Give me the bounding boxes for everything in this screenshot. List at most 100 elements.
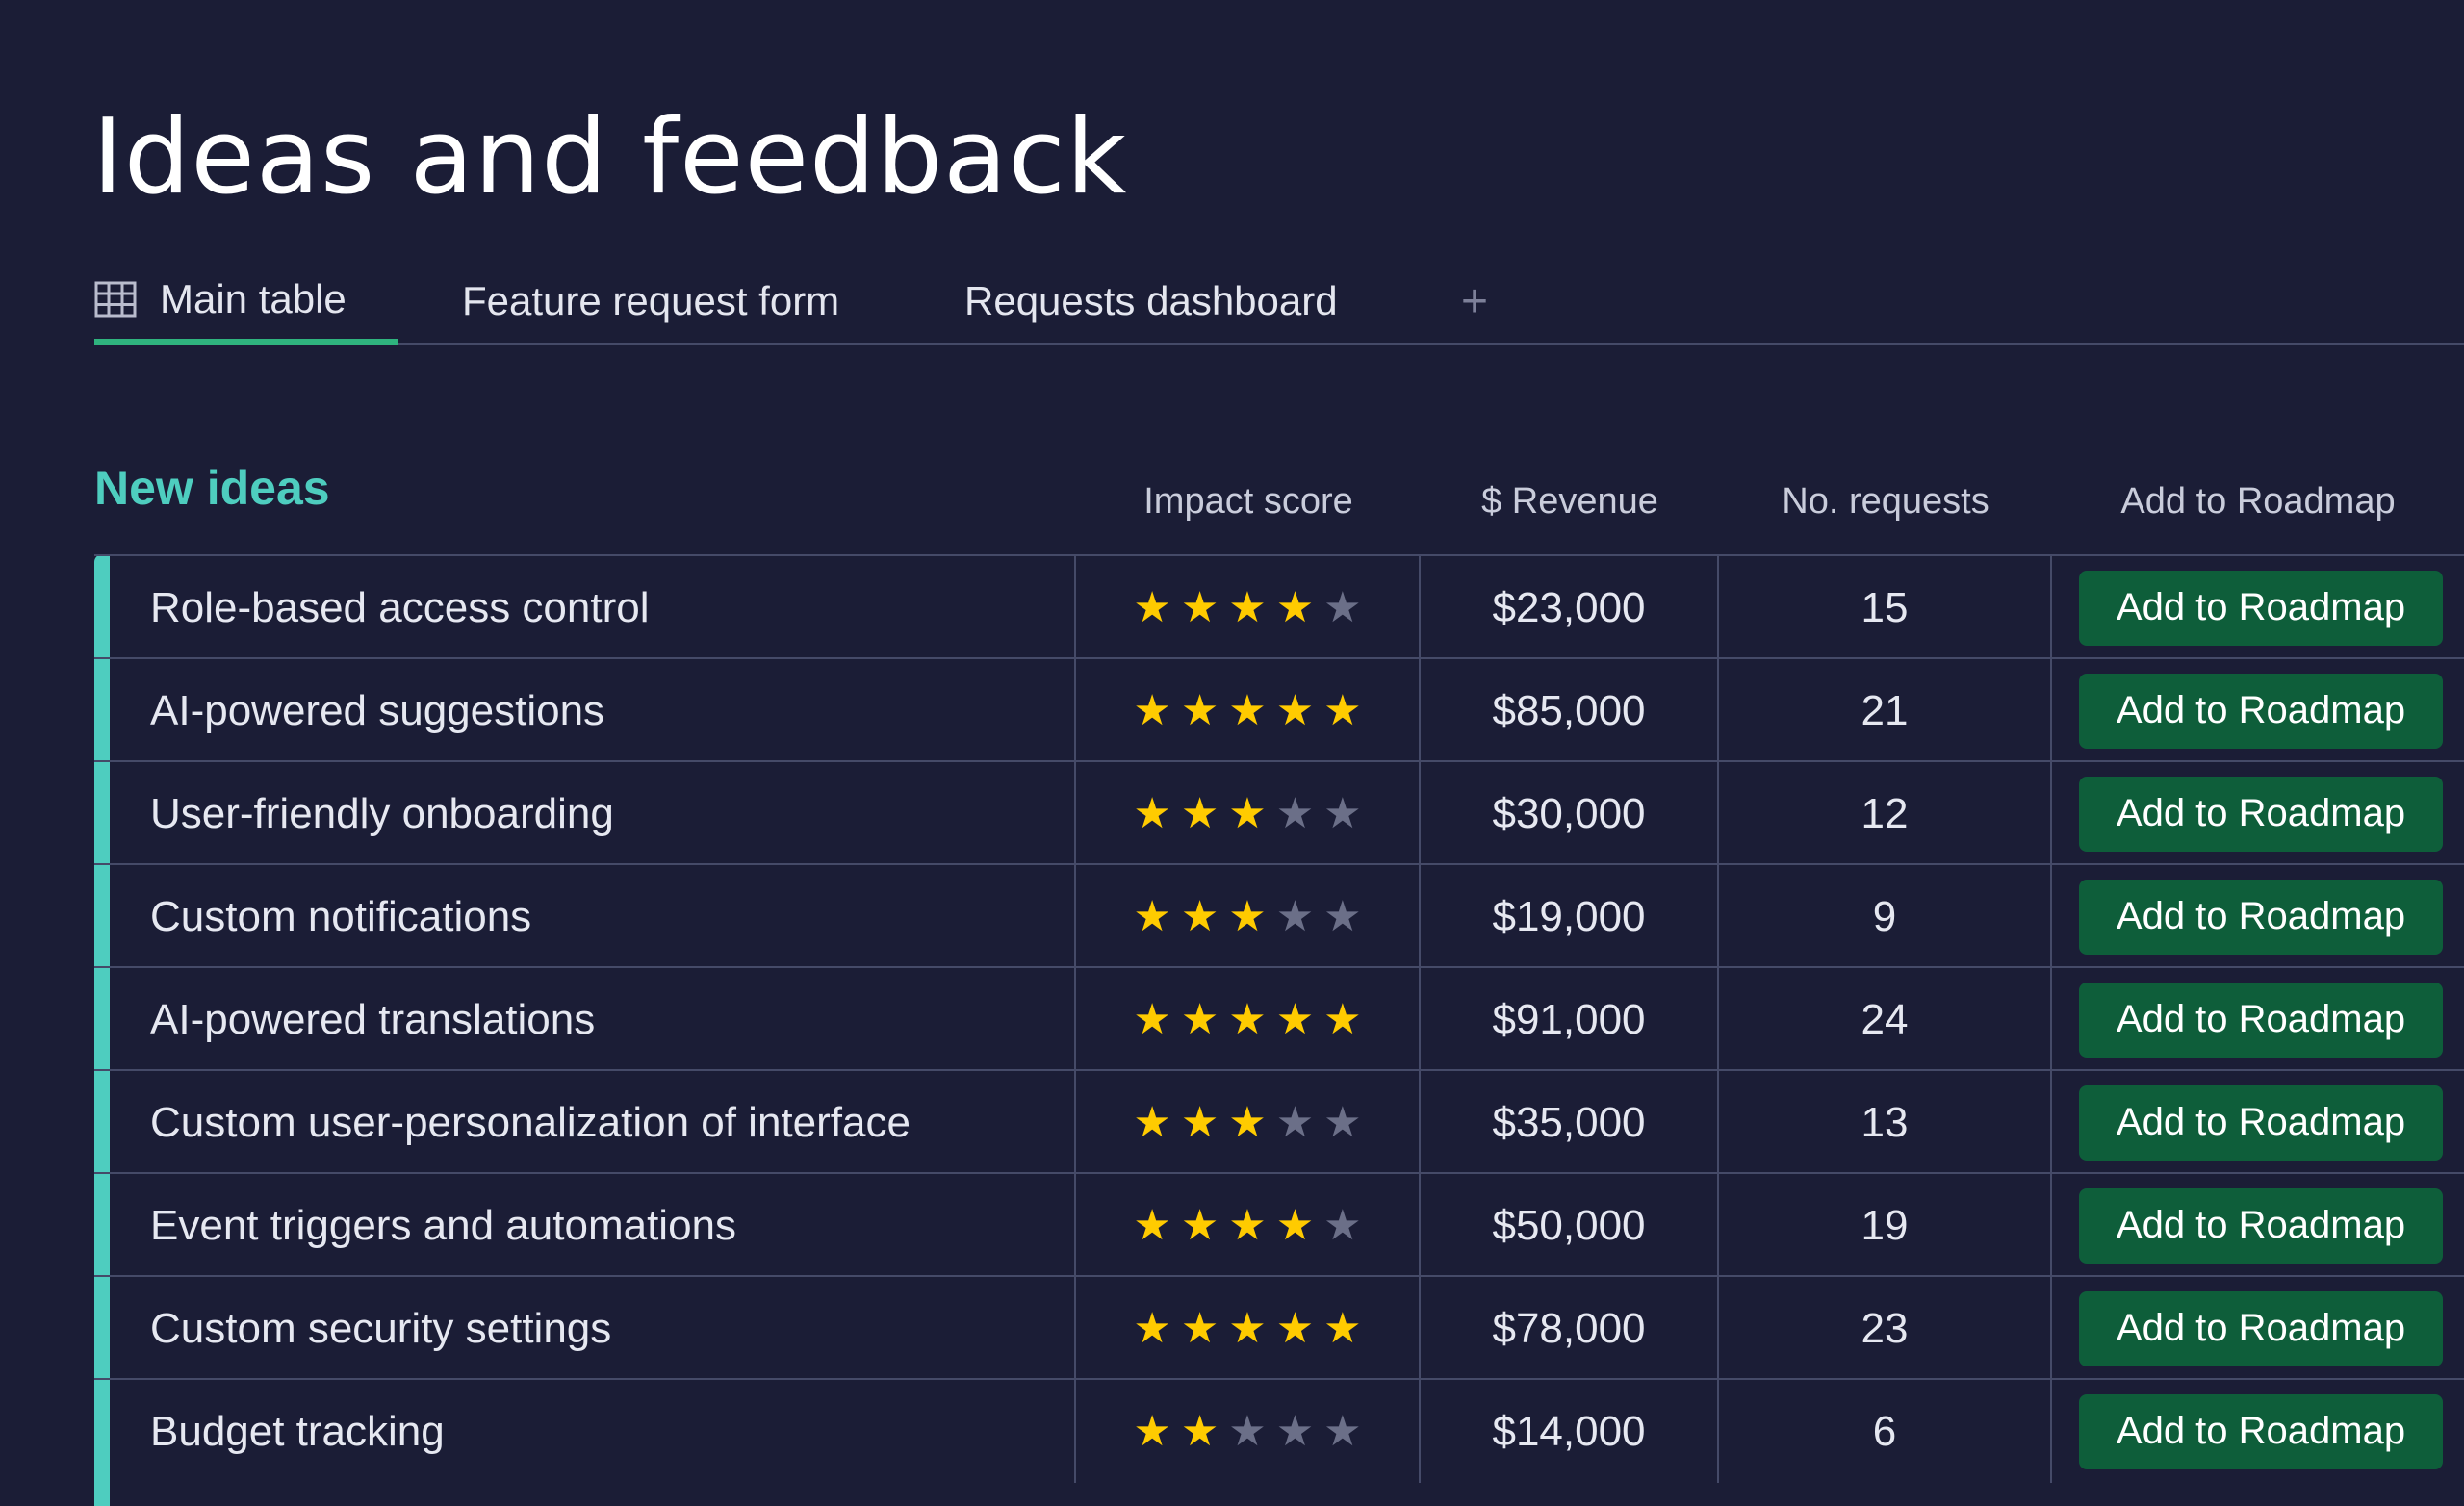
star-icon[interactable]: ★ xyxy=(1181,1101,1219,1144)
revenue-value[interactable]: $50,000 xyxy=(1421,1174,1719,1277)
revenue-value[interactable]: $23,000 xyxy=(1421,556,1719,659)
add-tab-button[interactable]: + xyxy=(1461,260,1488,343)
star-icon[interactable]: ★ xyxy=(1133,1307,1170,1350)
add-to-roadmap-button[interactable]: Add to Roadmap xyxy=(2079,982,2443,1058)
star-icon[interactable]: ★ xyxy=(1133,1204,1170,1247)
star-icon[interactable]: ★ xyxy=(1323,792,1361,835)
impact-rating[interactable]: ★ ★ ★ ★ ★ xyxy=(1076,659,1421,762)
star-icon[interactable]: ★ xyxy=(1276,1101,1314,1144)
revenue-value[interactable]: $30,000 xyxy=(1421,762,1719,865)
star-icon[interactable]: ★ xyxy=(1228,1101,1266,1144)
impact-rating[interactable]: ★ ★ ★ ★ ★ xyxy=(1076,1174,1421,1277)
star-icon[interactable]: ★ xyxy=(1276,792,1314,835)
idea-name[interactable]: Role-based access control xyxy=(110,556,1076,659)
impact-rating[interactable]: ★ ★ ★ ★ ★ xyxy=(1076,762,1421,865)
star-icon[interactable]: ★ xyxy=(1276,586,1314,629)
star-icon[interactable]: ★ xyxy=(1181,586,1219,629)
star-icon[interactable]: ★ xyxy=(1276,689,1314,732)
star-icon[interactable]: ★ xyxy=(1228,998,1266,1041)
requests-count[interactable]: 23 xyxy=(1719,1277,2052,1380)
idea-name[interactable]: Budget tracking xyxy=(110,1380,1076,1483)
table-row[interactable]: AI-powered translations ★ ★ ★ ★ ★ $91,000 24 Add… xyxy=(94,966,2464,1071)
impact-rating[interactable]: ★ ★ ★ ★ ★ xyxy=(1076,1071,1421,1174)
impact-rating[interactable]: ★ ★ ★ ★ ★ xyxy=(1076,1277,1421,1380)
star-icon[interactable]: ★ xyxy=(1323,1410,1361,1453)
add-to-roadmap-button[interactable]: Add to Roadmap xyxy=(2079,673,2443,749)
star-icon[interactable]: ★ xyxy=(1228,1410,1266,1453)
revenue-value[interactable]: $91,000 xyxy=(1421,968,1719,1071)
star-icon[interactable]: ★ xyxy=(1133,998,1170,1041)
tab-requests-dashboard[interactable]: Requests dashboard xyxy=(964,260,1338,343)
star-icon[interactable]: ★ xyxy=(1181,1307,1219,1350)
star-icon[interactable]: ★ xyxy=(1276,1410,1314,1453)
table-row[interactable]: Budget tracking ★ ★ ★ ★ ★ $14,000 6 Add to Roadm… xyxy=(94,1378,2464,1483)
idea-name[interactable]: AI-powered suggestions xyxy=(110,659,1076,762)
revenue-value[interactable]: $14,000 xyxy=(1421,1380,1719,1483)
idea-name[interactable]: User-friendly onboarding xyxy=(110,762,1076,865)
add-to-roadmap-button[interactable]: Add to Roadmap xyxy=(2079,776,2443,852)
requests-count[interactable]: 24 xyxy=(1719,968,2052,1071)
table-row[interactable]: Custom security settings ★ ★ ★ ★ ★ $78,000 23 Ad… xyxy=(94,1275,2464,1380)
star-icon[interactable]: ★ xyxy=(1323,895,1361,938)
star-icon[interactable]: ★ xyxy=(1276,1204,1314,1247)
star-icon[interactable]: ★ xyxy=(1181,1204,1219,1247)
star-icon[interactable]: ★ xyxy=(1181,895,1219,938)
table-row[interactable]: AI-powered suggestions ★ ★ ★ ★ ★ $85,000 21 Add … xyxy=(94,657,2464,762)
star-icon[interactable]: ★ xyxy=(1228,1307,1266,1350)
star-icon[interactable]: ★ xyxy=(1228,792,1266,835)
add-to-roadmap-button[interactable]: Add to Roadmap xyxy=(2079,1085,2443,1161)
tab-feature-request-form[interactable]: Feature request form xyxy=(462,260,839,343)
star-icon[interactable]: ★ xyxy=(1323,1204,1361,1247)
star-icon[interactable]: ★ xyxy=(1133,586,1170,629)
idea-name[interactable]: Custom security settings xyxy=(110,1277,1076,1380)
star-icon[interactable]: ★ xyxy=(1228,586,1266,629)
idea-name[interactable]: Custom notifications xyxy=(110,865,1076,968)
star-icon[interactable]: ★ xyxy=(1228,895,1266,938)
star-icon[interactable]: ★ xyxy=(1133,792,1170,835)
star-icon[interactable]: ★ xyxy=(1133,1410,1170,1453)
star-icon[interactable]: ★ xyxy=(1133,689,1170,732)
star-icon[interactable]: ★ xyxy=(1323,1307,1361,1350)
impact-rating[interactable]: ★ ★ ★ ★ ★ xyxy=(1076,1380,1421,1483)
add-to-roadmap-button[interactable]: Add to Roadmap xyxy=(2079,1290,2443,1366)
tab-main-table[interactable]: Main table xyxy=(94,260,398,345)
impact-rating[interactable]: ★ ★ ★ ★ ★ xyxy=(1076,968,1421,1071)
star-icon[interactable]: ★ xyxy=(1323,998,1361,1041)
requests-count[interactable]: 9 xyxy=(1719,865,2052,968)
table-row[interactable]: Role-based access control ★ ★ ★ ★ ★ $23,000 15 A… xyxy=(94,554,2464,659)
requests-count[interactable]: 13 xyxy=(1719,1071,2052,1174)
star-icon[interactable]: ★ xyxy=(1181,1410,1219,1453)
idea-name[interactable]: AI-powered translations xyxy=(110,968,1076,1071)
star-icon[interactable]: ★ xyxy=(1276,998,1314,1041)
requests-count[interactable]: 15 xyxy=(1719,556,2052,659)
star-icon[interactable]: ★ xyxy=(1181,998,1219,1041)
star-icon[interactable]: ★ xyxy=(1276,1307,1314,1350)
star-icon[interactable]: ★ xyxy=(1181,689,1219,732)
star-icon[interactable]: ★ xyxy=(1228,1204,1266,1247)
idea-name[interactable]: Event triggers and automations xyxy=(110,1174,1076,1277)
star-icon[interactable]: ★ xyxy=(1228,689,1266,732)
star-icon[interactable]: ★ xyxy=(1323,586,1361,629)
add-to-roadmap-button[interactable]: Add to Roadmap xyxy=(2079,1393,2443,1469)
add-to-roadmap-button[interactable]: Add to Roadmap xyxy=(2079,1187,2443,1264)
star-icon[interactable]: ★ xyxy=(1323,689,1361,732)
star-icon[interactable]: ★ xyxy=(1133,895,1170,938)
requests-count[interactable]: 12 xyxy=(1719,762,2052,865)
impact-rating[interactable]: ★ ★ ★ ★ ★ xyxy=(1076,865,1421,968)
star-icon[interactable]: ★ xyxy=(1276,895,1314,938)
star-icon[interactable]: ★ xyxy=(1133,1101,1170,1144)
table-row[interactable]: User-friendly onboarding ★ ★ ★ ★ ★ $30,000 12 Ad… xyxy=(94,760,2464,865)
add-to-roadmap-button[interactable]: Add to Roadmap xyxy=(2079,570,2443,646)
requests-count[interactable]: 6 xyxy=(1719,1380,2052,1483)
table-row[interactable]: Event triggers and automations ★ ★ ★ ★ ★ $50,0… xyxy=(94,1172,2464,1277)
requests-count[interactable]: 19 xyxy=(1719,1174,2052,1277)
table-row[interactable]: Custom user-personalization of interface… xyxy=(94,1069,2464,1174)
star-icon[interactable]: ★ xyxy=(1181,792,1219,835)
revenue-value[interactable]: $85,000 xyxy=(1421,659,1719,762)
revenue-value[interactable]: $35,000 xyxy=(1421,1071,1719,1174)
impact-rating[interactable]: ★ ★ ★ ★ ★ xyxy=(1076,556,1421,659)
add-to-roadmap-button[interactable]: Add to Roadmap xyxy=(2079,879,2443,955)
star-icon[interactable]: ★ xyxy=(1323,1101,1361,1144)
idea-name[interactable]: Custom user-personalization of interface xyxy=(110,1071,1076,1174)
revenue-value[interactable]: $19,000 xyxy=(1421,865,1719,968)
